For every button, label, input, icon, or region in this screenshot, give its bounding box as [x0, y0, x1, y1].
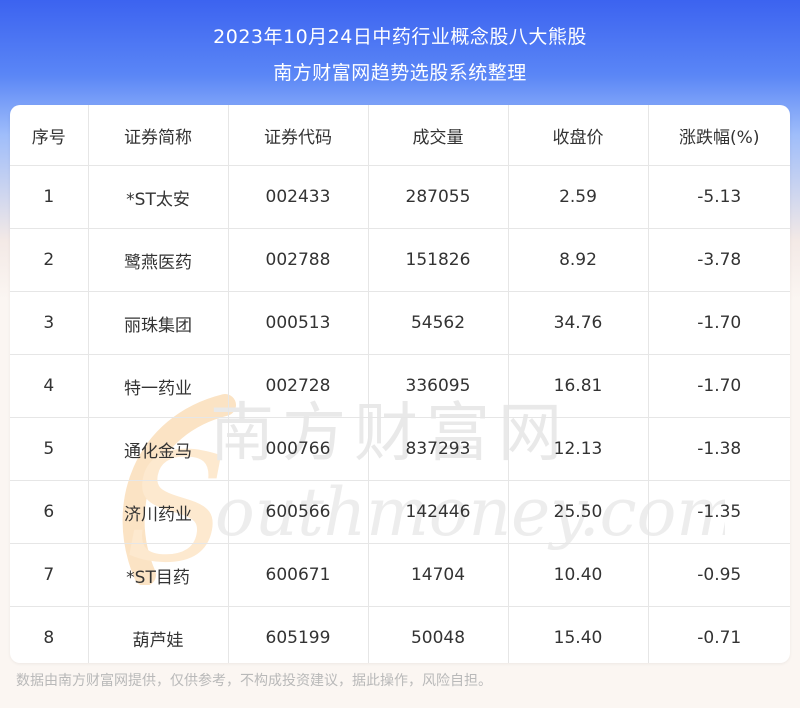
table-cell: 8 [10, 606, 89, 663]
table-cell: -5.13 [648, 165, 790, 229]
table-cell: -1.38 [648, 417, 790, 481]
table-cell: 34.76 [508, 291, 649, 355]
table-cell: 600566 [228, 480, 369, 544]
table-cell: 002728 [228, 354, 369, 418]
table-row: 8 葫芦娃 605199 50048 15.40 -0.71 [10, 606, 790, 663]
table-cell: 50048 [368, 606, 509, 663]
footer-disclaimer: 数据由南方财富网提供，仅供参考，不构成投资建议，据此操作，风险自担。 [16, 673, 492, 689]
table-cell: 002788 [228, 228, 369, 292]
table-cell: 1 [10, 165, 89, 229]
table-cell: 葫芦娃 [88, 606, 229, 663]
table-cell: 5 [10, 417, 89, 481]
table-row: 1 *ST太安 002433 287055 2.59 -5.13 [10, 165, 790, 229]
column-header: 序号 [10, 105, 89, 166]
table-row: 3 丽珠集团 000513 54562 34.76 -1.70 [10, 291, 790, 355]
table-cell: *ST目药 [88, 543, 229, 607]
stock-table: 序号 证券简称 证券代码 成交量 收盘价 涨跌幅(%) 1 *ST太安 002433 28705… [10, 105, 790, 663]
table-cell: 000766 [228, 417, 369, 481]
table-cell: 54562 [368, 291, 509, 355]
table-cell: -0.95 [648, 543, 790, 607]
table-cell: 837293 [368, 417, 509, 481]
table-cell: 12.13 [508, 417, 649, 481]
table-cell: 002433 [228, 165, 369, 229]
column-header: 证券简称 [88, 105, 229, 166]
table-cell: -1.70 [648, 291, 790, 355]
table-cell: -1.35 [648, 480, 790, 544]
page-subtitle: 南方财富网趋势选股系统整理 [273, 62, 527, 84]
table-cell: 济川药业 [88, 480, 229, 544]
table-row: 6 济川药业 600566 142446 25.50 -1.35 [10, 480, 790, 544]
table-cell: 605199 [228, 606, 369, 663]
table-cell: 2.59 [508, 165, 649, 229]
table-cell: 142446 [368, 480, 509, 544]
page-title: 2023年10月24日中药行业概念股八大熊股 [213, 26, 587, 48]
table-cell: 7 [10, 543, 89, 607]
table-cell: 特一药业 [88, 354, 229, 418]
table-cell: 336095 [368, 354, 509, 418]
table-cell: 鹭燕医药 [88, 228, 229, 292]
table-row: 2 鹭燕医药 002788 151826 8.92 -3.78 [10, 228, 790, 292]
table-row: 7 *ST目药 600671 14704 10.40 -0.95 [10, 543, 790, 607]
table-row: 5 通化金马 000766 837293 12.13 -1.38 [10, 417, 790, 481]
table-cell: 10.40 [508, 543, 649, 607]
table-cell: 287055 [368, 165, 509, 229]
table-cell: 通化金马 [88, 417, 229, 481]
table-cell: 16.81 [508, 354, 649, 418]
table-cell: 15.40 [508, 606, 649, 663]
column-header: 涨跌幅(%) [648, 105, 790, 166]
table-cell: 3 [10, 291, 89, 355]
column-header: 成交量 [368, 105, 509, 166]
table-cell: -0.71 [697, 628, 742, 648]
table-cell: -1.70 [648, 354, 790, 418]
table-cell: 25.50 [508, 480, 649, 544]
table-cell: 4 [10, 354, 89, 418]
table-row: 4 特一药业 002728 336095 16.81 -1.70 [10, 354, 790, 418]
table-header-row: 序号 证券简称 证券代码 成交量 收盘价 涨跌幅(%) [10, 105, 790, 166]
table-cell: 8.92 [508, 228, 649, 292]
table-cell: *ST太安 [88, 165, 229, 229]
table-cell: 14704 [368, 543, 509, 607]
table-cell: 000513 [228, 291, 369, 355]
table-cell: 丽珠集团 [88, 291, 229, 355]
data-table-card: S 南方财富网 outhmoney.com 序号 证券简称 证券代码 成交量 收盘价 涨跌… [10, 105, 790, 663]
column-header: 收盘价 [508, 105, 649, 166]
table-cell: 151826 [368, 228, 509, 292]
table-cell: 2 [10, 228, 89, 292]
table-cell: -3.78 [648, 228, 790, 292]
table-cell: 6 [10, 480, 89, 544]
table-cell: 600671 [228, 543, 369, 607]
column-header: 证券代码 [228, 105, 369, 166]
